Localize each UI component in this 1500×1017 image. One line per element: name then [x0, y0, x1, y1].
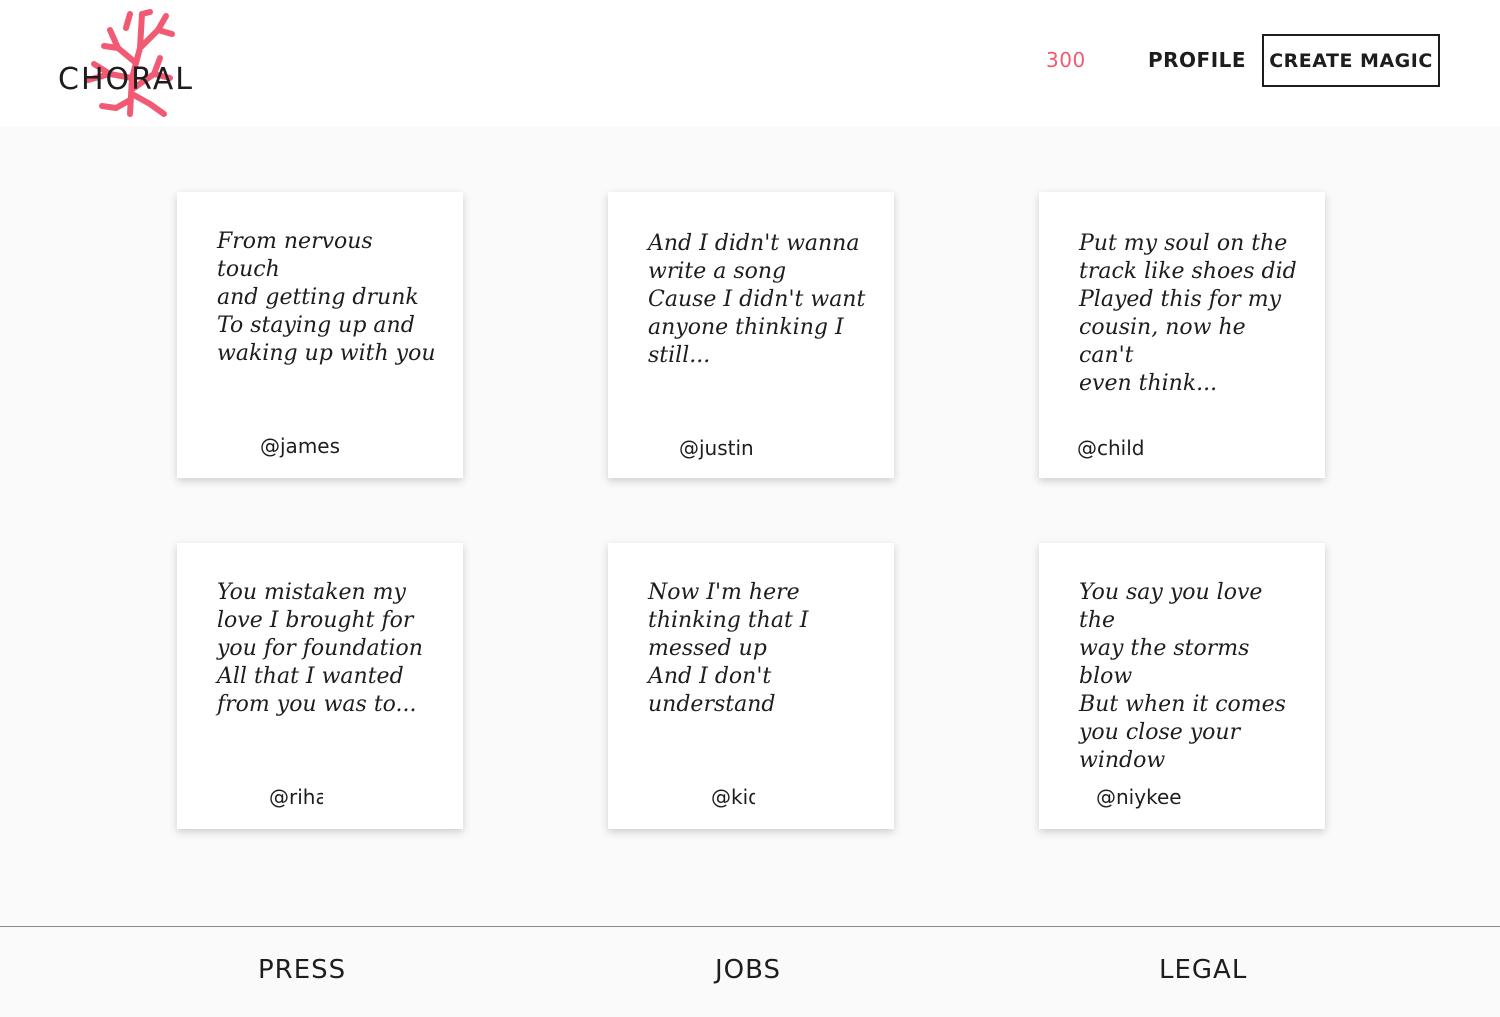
- author-handle[interactable]: @rihanna: [269, 785, 323, 809]
- logo-text: CHORAL: [58, 62, 194, 97]
- lyric-text: Put my soul on the track like shoes did …: [1079, 231, 1297, 396]
- lyric-card[interactable]: From nervous touch and getting drunk To …: [177, 192, 463, 478]
- author-handle[interactable]: @child: [1077, 436, 1197, 460]
- footer-press-link[interactable]: PRESS: [258, 955, 346, 985]
- lyric-text: You mistaken my love I brought for you f…: [217, 580, 423, 717]
- footer-legal-link[interactable]: LEGAL: [1159, 955, 1247, 985]
- lyric-card[interactable]: You mistaken my love I brought for you f…: [177, 543, 463, 829]
- lyric-card[interactable]: And I didn't wanna write a song Cause I …: [608, 192, 894, 478]
- credits-count: 300: [1046, 48, 1086, 72]
- lyric-card[interactable]: Put my soul on the track like shoes did …: [1039, 192, 1325, 478]
- lyric-text: You say you love the way the storms blow…: [1079, 580, 1286, 773]
- lyric-text: Now I'm here thinking that I messed up A…: [648, 580, 809, 717]
- author-handle[interactable]: @justin: [679, 436, 789, 460]
- choral-logo[interactable]: CHORAL: [58, 8, 218, 118]
- header: CHORAL 300 PROFILE CREATE MAGIC: [0, 0, 1500, 126]
- author-handle[interactable]: @james: [260, 434, 360, 458]
- lyric-card[interactable]: You say you love the way the storms blow…: [1039, 543, 1325, 829]
- create-magic-button[interactable]: CREATE MAGIC: [1262, 34, 1440, 87]
- profile-link[interactable]: PROFILE: [1148, 48, 1246, 72]
- author-handle[interactable]: @kid: [711, 785, 755, 809]
- lyric-text: And I didn't wanna write a song Cause I …: [648, 231, 866, 368]
- footer: PRESS JOBS LEGAL: [0, 926, 1500, 1017]
- author-handle[interactable]: @niykee: [1096, 785, 1206, 809]
- lyric-card[interactable]: Now I'm here thinking that I messed up A…: [608, 543, 894, 829]
- lyric-text: From nervous touch and getting drunk To …: [217, 229, 436, 366]
- footer-jobs-link[interactable]: JOBS: [715, 955, 781, 985]
